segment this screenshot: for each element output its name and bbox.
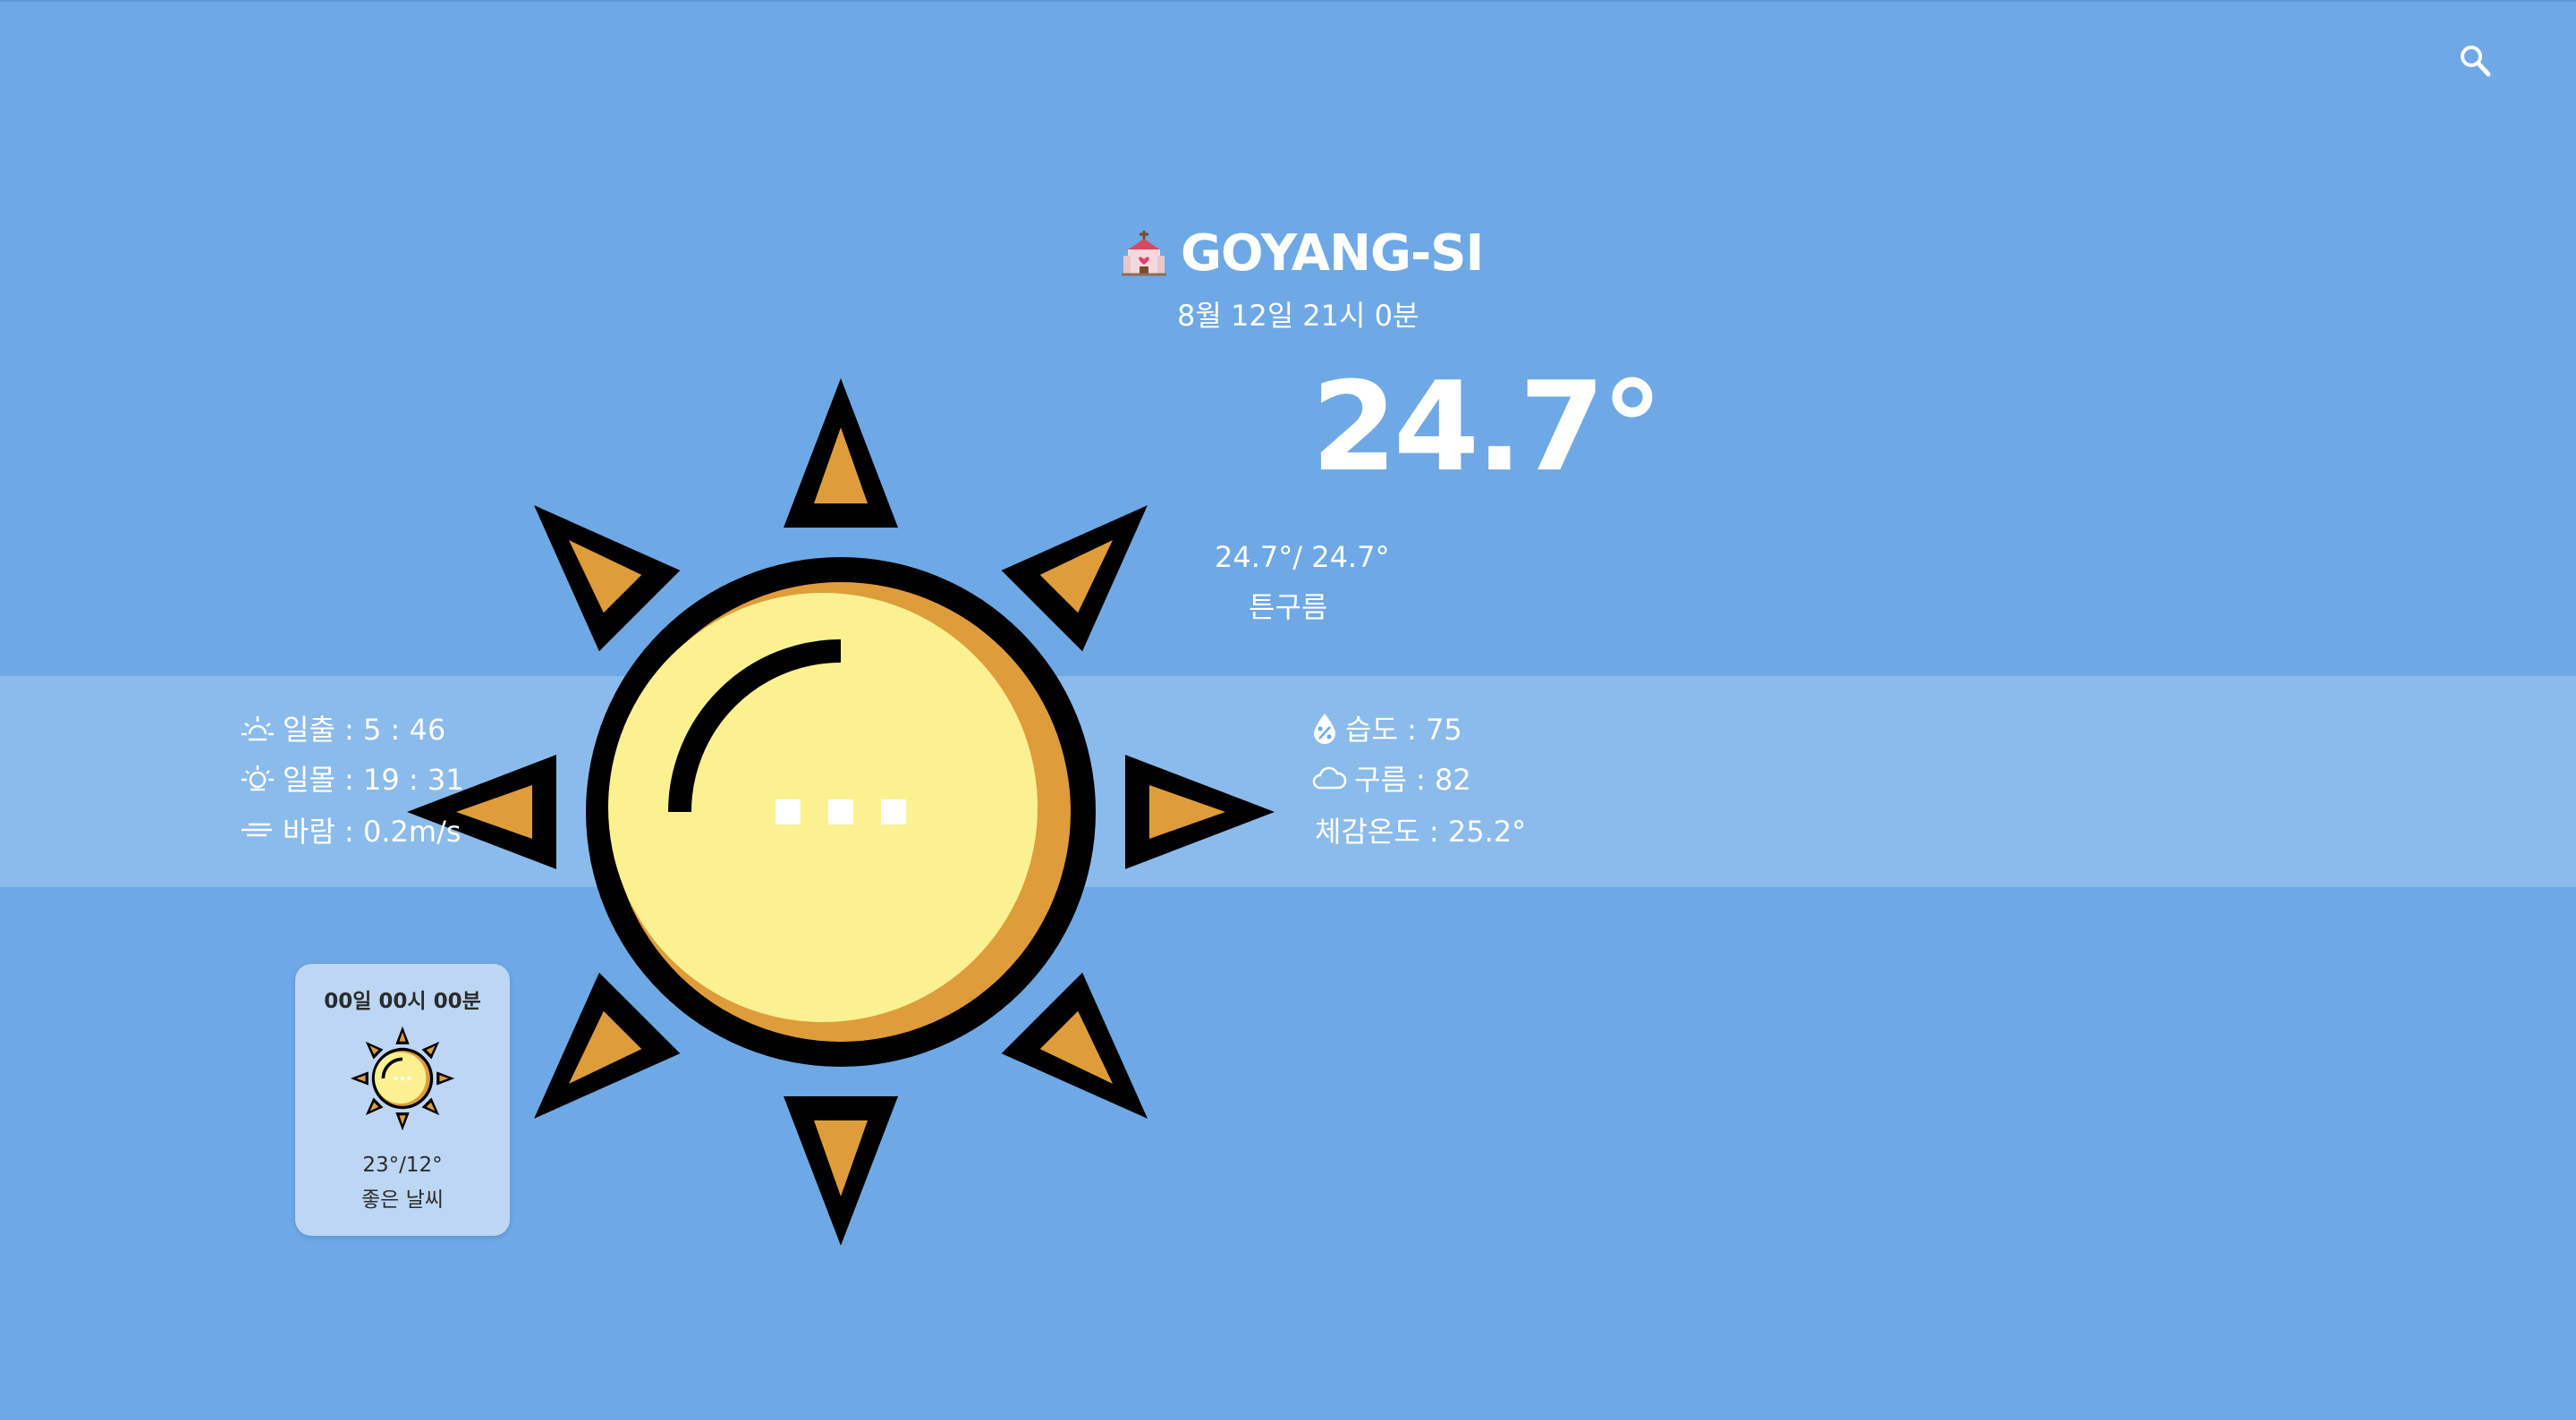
location-header: GOYANG-SI xyxy=(1120,222,1484,284)
sun-ray xyxy=(350,1071,369,1086)
sun-ray xyxy=(1001,972,1148,1119)
sun-icon xyxy=(350,1026,455,1131)
sun-icon xyxy=(407,378,1275,1246)
sunset-stat: 일몰 : 19 : 31 xyxy=(240,758,464,798)
forecast-description: 좋은 날씨 xyxy=(361,1188,444,1212)
sunrise-icon xyxy=(242,716,274,741)
sun-ray xyxy=(534,505,681,652)
sun-ray xyxy=(784,1096,898,1246)
wind-stat: 바람 : 0.2m/s xyxy=(240,810,462,849)
loading-dots xyxy=(775,799,906,824)
current-temperature: 24.7° xyxy=(1311,355,1663,499)
sun-ray xyxy=(421,1097,440,1116)
sun-ray xyxy=(534,972,681,1119)
sun-ray xyxy=(784,378,898,528)
church-icon xyxy=(1122,231,1166,276)
cloud-icon xyxy=(1312,766,1347,790)
feels-like-text: 체감온도 : 25.2° xyxy=(1315,815,1527,849)
search-button[interactable] xyxy=(2458,43,2494,80)
sun-ray xyxy=(365,1097,384,1116)
sun-ray xyxy=(421,1041,440,1060)
city-name: GOYANG-SI xyxy=(1181,224,1484,283)
forecast-card[interactable]: 00일 00시 00분 23°/12° 좋은 날씨 xyxy=(295,964,510,1236)
cloud-stat: 구름 : 82 xyxy=(1311,758,1471,798)
wind-text: 바람 : 0.2m/s xyxy=(283,815,462,849)
humidity-stat: 습도 : 75 xyxy=(1311,708,1462,748)
sunrise-text: 일출 : 5 : 46 xyxy=(283,713,446,747)
sunrise-stat: 일출 : 5 : 46 xyxy=(240,708,445,748)
weather-app: GOYANG-SI 8월 12일 21시 0분 24.7° 24.7°/ 24.… xyxy=(0,0,2576,1420)
search-icon xyxy=(2461,46,2491,77)
sun-ray xyxy=(436,1071,455,1086)
humidity-text: 습도 : 75 xyxy=(1345,713,1462,747)
cloud-text: 구름 : 82 xyxy=(1354,763,1471,797)
sun-ray xyxy=(395,1026,410,1044)
sun-ray xyxy=(395,1112,410,1131)
sun-ray xyxy=(1001,505,1148,652)
forecast-time: 00일 00시 00분 xyxy=(324,990,481,1013)
forecast-temp: 23°/12° xyxy=(362,1154,443,1177)
wind-icon xyxy=(242,823,272,837)
sun-ray xyxy=(365,1041,384,1060)
top-border xyxy=(0,0,2576,2)
current-datetime: 8월 12일 21시 0분 xyxy=(1177,299,1419,333)
feels-like-stat: 체감온도 : 25.2° xyxy=(1315,810,1526,849)
humidity-icon xyxy=(1314,714,1335,744)
sunset-text: 일몰 : 19 : 31 xyxy=(283,763,464,797)
sun-ray xyxy=(1125,755,1275,869)
sunset-icon xyxy=(242,765,274,791)
